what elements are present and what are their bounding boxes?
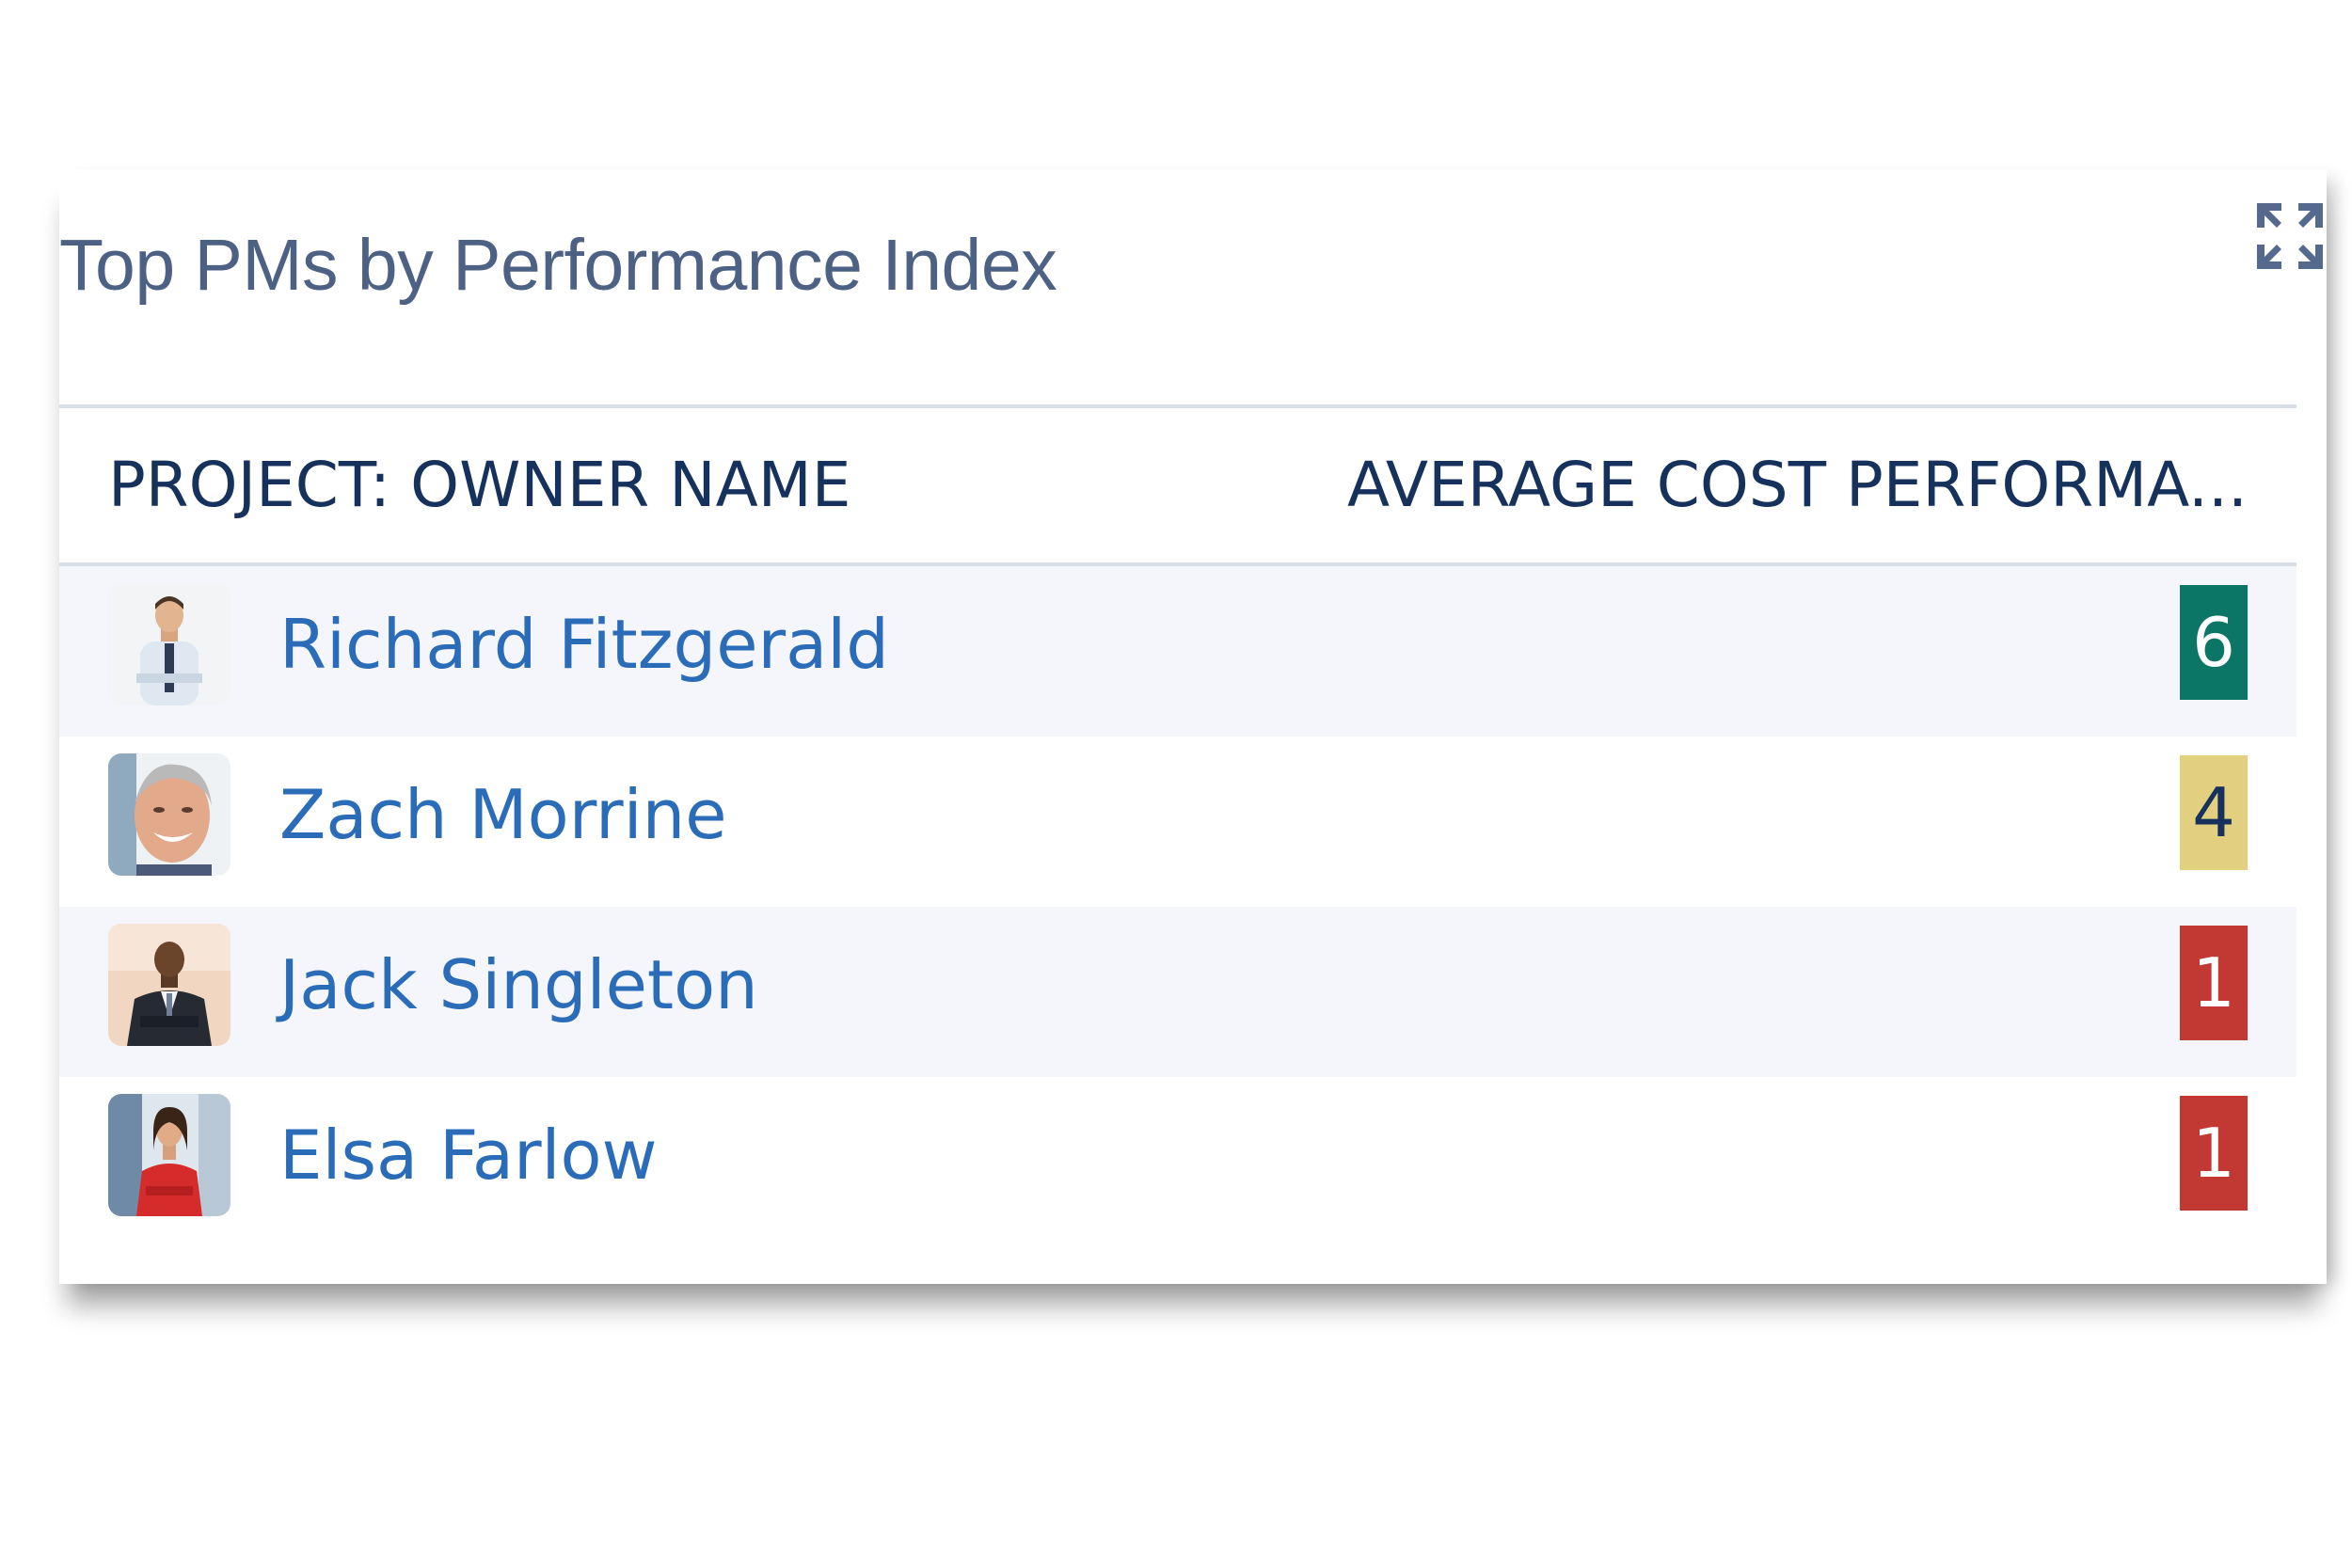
avatar[interactable] bbox=[108, 1094, 230, 1216]
performance-badge: 4 bbox=[2180, 755, 2248, 870]
performance-badge: 1 bbox=[2180, 1096, 2248, 1211]
performance-badge: 1 bbox=[2180, 926, 2248, 1040]
owner-name-link[interactable]: Elsa Farlow bbox=[279, 1077, 657, 1233]
table-row: Richard Fitzgerald 6 bbox=[59, 566, 2296, 736]
avatar-man-dark-suit-image bbox=[108, 924, 230, 1046]
table-header: PROJECT: OWNER NAME AVERAGE COST PERFORM… bbox=[59, 408, 2296, 566]
column-header-average-cost-performance[interactable]: AVERAGE COST PERFORMA... bbox=[1347, 408, 2248, 562]
avatar[interactable] bbox=[108, 583, 230, 705]
expand-button[interactable] bbox=[2253, 199, 2327, 273]
avatar-man-white-shirt-image bbox=[108, 583, 230, 705]
owner-name-link[interactable]: Jack Singleton bbox=[279, 907, 758, 1063]
table-row: Elsa Farlow 1 bbox=[59, 1077, 2296, 1247]
column-header-owner-name[interactable]: PROJECT: OWNER NAME bbox=[108, 408, 850, 562]
card-title: Top PMs by Performance Index bbox=[59, 225, 1057, 306]
avatar[interactable] bbox=[108, 924, 230, 1046]
owner-name-link[interactable]: Richard Fitzgerald bbox=[279, 566, 889, 722]
avatar[interactable] bbox=[108, 753, 230, 876]
performance-badge: 6 bbox=[2180, 585, 2248, 700]
table-row: Zach Morrine 4 bbox=[59, 736, 2296, 907]
table-body: Richard Fitzgerald 6 Zach Morrine 4 Jack… bbox=[59, 566, 2296, 1247]
dashboard-card: Top PMs by Performance Index PROJECT: OW… bbox=[59, 169, 2327, 1284]
avatar-smiling-gray-hair-image bbox=[108, 753, 230, 876]
table-row: Jack Singleton 1 bbox=[59, 907, 2296, 1077]
expand-arrows-icon bbox=[2257, 203, 2323, 269]
owner-name-link[interactable]: Zach Morrine bbox=[279, 736, 727, 893]
avatar-woman-red-top-image bbox=[108, 1094, 230, 1216]
